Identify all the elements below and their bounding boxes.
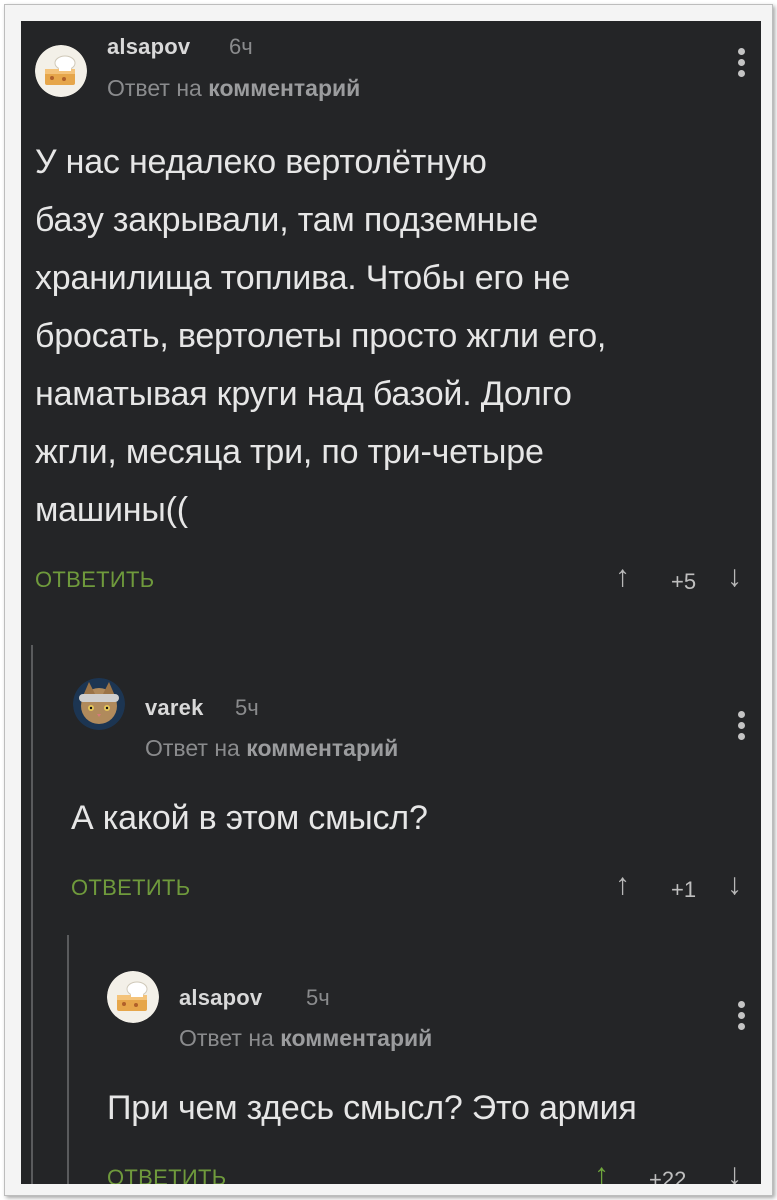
comment-text: А какой в этом смысл? [71,789,751,847]
comment-time: 6ч [229,34,253,59]
comments-screen: alsapov 6ч Ответ на комментарий У нас не… [21,21,761,1184]
comment-username[interactable]: alsapov [107,34,190,60]
reply-button[interactable]: ОТВЕТИТЬ [35,567,154,593]
arrow-down-icon[interactable]: ↓ [727,870,742,900]
comment-score: +5 [671,569,697,594]
comment-text-line: При чем здесь смысл? Это армия [107,1089,637,1127]
comment-text: При чем здесь смысл? Это армия [107,1079,757,1137]
comment-text-line: бросать, вертолеты просто жгли его, [35,317,607,355]
reply-button[interactable]: ОТВЕТИТЬ [107,1165,226,1184]
reply-button[interactable]: ОТВЕТИТЬ [71,875,190,901]
arrow-down-icon[interactable]: ↓ [727,562,742,592]
reply-prefix: Ответ на [107,75,202,101]
avatar-cake-icon[interactable] [107,971,159,1023]
arrow-up-icon[interactable]: ↑ [594,1160,609,1185]
comment-time: 5ч [235,695,259,720]
comment-text-line: хранилища топлива. Чтобы его не [35,259,571,297]
comment-score: +22 [649,1167,687,1184]
comment-time: 5ч [306,985,330,1010]
more-options-icon[interactable] [736,1001,746,1035]
comment-1: alsapov 6ч Ответ на комментарий У нас не… [21,21,761,641]
reply-prefix: Ответ на [179,1025,274,1051]
avatar-cake-icon[interactable] [35,45,87,97]
comment-text-line: машины(( [35,491,188,529]
comment-username[interactable]: alsapov [179,985,262,1011]
reply-to-line: Ответ на комментарий [145,735,398,762]
arrow-down-icon[interactable]: ↓ [727,1160,742,1185]
arrow-up-icon[interactable]: ↑ [615,562,630,592]
comment-text-line: У нас недалеко вертолётную [35,143,487,181]
avatar-cat-icon[interactable] [73,678,125,730]
comment-text-line: наматывая круги над базой. Долго [35,375,572,413]
comment-3: alsapov 5ч Ответ на комментарий При чем … [21,941,761,1184]
comment-text: У нас недалеко вертолётную базу закрывал… [35,133,755,539]
comment-text-line: жгли, месяца три, по три-четыре [35,433,544,471]
comment-text-line: А какой в этом смысл? [71,799,428,837]
arrow-up-icon[interactable]: ↑ [615,870,630,900]
reply-target-link[interactable]: комментарий [246,735,398,761]
reply-target-link[interactable]: комментарий [280,1025,432,1051]
comment-2: varek 5ч Ответ на комментарий А какой в … [21,651,761,921]
more-options-icon[interactable] [736,711,746,745]
comment-text-line: базу закрывали, там подземные [35,201,539,239]
reply-prefix: Ответ на [145,735,240,761]
comment-score: +1 [671,877,697,902]
reply-target-link[interactable]: комментарий [208,75,360,101]
comment-username[interactable]: varek [145,695,204,721]
reply-to-line: Ответ на комментарий [107,75,360,102]
reply-to-line: Ответ на комментарий [179,1025,432,1052]
more-options-icon[interactable] [736,48,746,82]
